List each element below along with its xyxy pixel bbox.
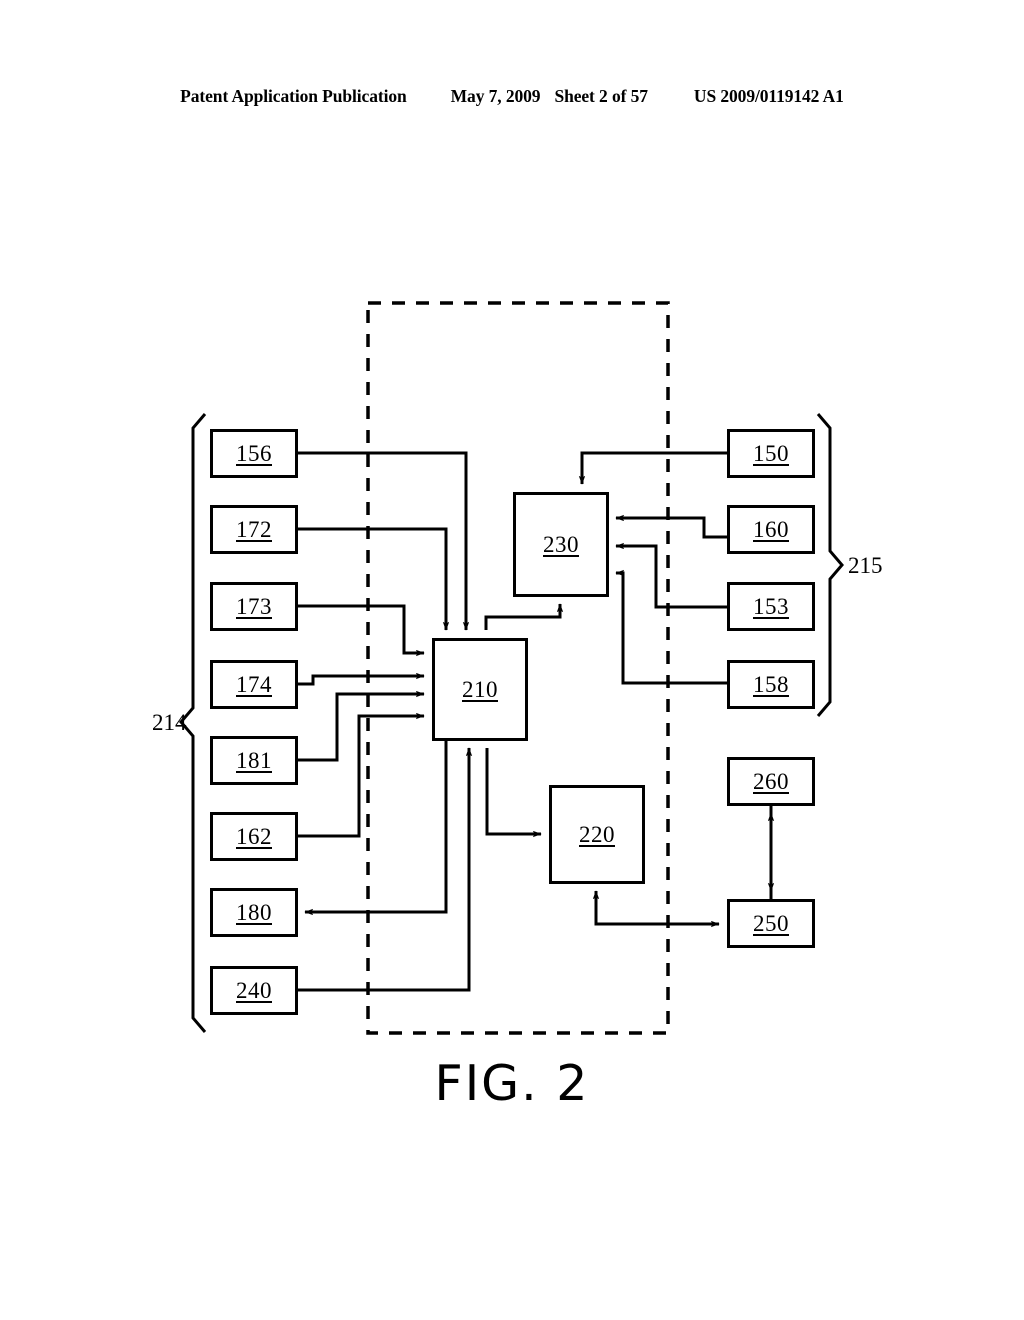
node-158-label: 158 bbox=[753, 672, 789, 697]
node-158[interactable]: 158 bbox=[727, 660, 815, 709]
edge-210-to-220 bbox=[485, 748, 542, 838]
edge-240-to-210 bbox=[297, 747, 473, 992]
edge-210-to-230 bbox=[484, 603, 564, 630]
node-230-label: 230 bbox=[543, 532, 579, 557]
node-180-label: 180 bbox=[236, 900, 272, 925]
node-174[interactable]: 174 bbox=[210, 660, 298, 709]
node-250-label: 250 bbox=[753, 911, 789, 936]
figure-caption: FIG. 2 bbox=[434, 1055, 590, 1112]
node-250[interactable]: 250 bbox=[727, 899, 815, 948]
node-180[interactable]: 180 bbox=[210, 888, 298, 937]
node-150[interactable]: 150 bbox=[727, 429, 815, 478]
edge-172-to-210 bbox=[297, 527, 450, 631]
node-162[interactable]: 162 bbox=[210, 812, 298, 861]
edge-173-to-210 bbox=[297, 604, 425, 657]
edge-162-to-210 bbox=[297, 712, 425, 838]
node-220-label: 220 bbox=[579, 822, 615, 847]
node-220[interactable]: 220 bbox=[549, 785, 645, 884]
node-260[interactable]: 260 bbox=[727, 757, 815, 806]
node-172-label: 172 bbox=[236, 517, 272, 542]
node-173-label: 173 bbox=[236, 594, 272, 619]
node-156-label: 156 bbox=[236, 441, 272, 466]
node-172[interactable]: 172 bbox=[210, 505, 298, 554]
node-181-label: 181 bbox=[236, 748, 272, 773]
node-174-label: 174 bbox=[236, 672, 272, 697]
group-label-215: 215 bbox=[848, 553, 883, 578]
edge-174-to-210 bbox=[297, 672, 425, 686]
node-162-label: 162 bbox=[236, 824, 272, 849]
edge-158-to-230 bbox=[615, 569, 727, 685]
edge-153-to-230 bbox=[615, 542, 727, 609]
edge-156-to-210 bbox=[297, 451, 470, 631]
edge-150-to-230 bbox=[578, 451, 727, 485]
node-160-label: 160 bbox=[753, 517, 789, 542]
node-240[interactable]: 240 bbox=[210, 966, 298, 1015]
node-230[interactable]: 230 bbox=[513, 492, 609, 597]
node-181[interactable]: 181 bbox=[210, 736, 298, 785]
node-173[interactable]: 173 bbox=[210, 582, 298, 631]
group-label-214: 214 bbox=[152, 710, 187, 735]
node-260-label: 260 bbox=[753, 769, 789, 794]
node-210[interactable]: 210 bbox=[432, 638, 528, 741]
edge-220-to-250-left-stub bbox=[594, 891, 720, 928]
node-156[interactable]: 156 bbox=[210, 429, 298, 478]
edge-160-to-230 bbox=[615, 514, 727, 539]
node-160[interactable]: 160 bbox=[727, 505, 815, 554]
node-153-label: 153 bbox=[753, 594, 789, 619]
node-210-label: 210 bbox=[462, 677, 498, 702]
figure-2-diagram: 214 215 156 172 173 174 181 162 180 240 … bbox=[0, 0, 1024, 1320]
node-240-label: 240 bbox=[236, 978, 272, 1003]
node-153[interactable]: 153 bbox=[727, 582, 815, 631]
brace-215 bbox=[816, 413, 844, 717]
edge-210-to-180 bbox=[304, 740, 448, 916]
node-150-label: 150 bbox=[753, 441, 789, 466]
